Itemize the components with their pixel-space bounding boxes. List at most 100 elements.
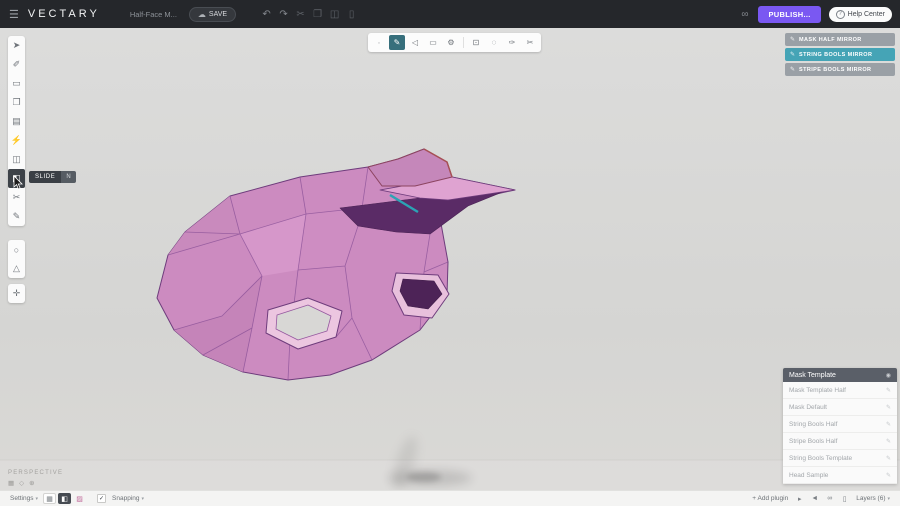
edit-tool-button[interactable]: ✎ bbox=[8, 207, 25, 226]
trash-icon[interactable]: ▯ bbox=[838, 493, 851, 504]
face-tool-button[interactable]: ◁ bbox=[407, 35, 423, 50]
mirror-tool-button[interactable]: ◫ bbox=[8, 150, 25, 169]
list-item-label: String Bools Template bbox=[789, 455, 852, 462]
viewport-canvas[interactable]: ➤ ✐ ▭ ❐ ▤ ⚡ ◫ ◧ ✂ ✎ ○ △ ✛ SLIDE N ∙ bbox=[0, 28, 900, 490]
stripe-bools-mirror-label: STRIPE BOOLS MIRROR bbox=[799, 67, 871, 73]
axis-icon[interactable]: ◇ bbox=[19, 479, 24, 487]
mask-3d-object[interactable] bbox=[157, 149, 515, 380]
pencil-icon[interactable]: ✎ bbox=[886, 421, 891, 428]
list-item-string-bools-template[interactable]: String Bools Template ✎ bbox=[783, 450, 897, 467]
hamburger-menu-icon[interactable]: ☰ bbox=[0, 8, 28, 21]
add-plugin-button[interactable]: + Add plugin bbox=[748, 495, 792, 502]
projection-hud: PERSPECTIVE ▦ ◇ ⊕ bbox=[8, 470, 63, 487]
list-item-label: Mask Template Half bbox=[789, 387, 846, 394]
app-logo: VECTARY bbox=[28, 8, 100, 20]
help-center-button[interactable]: ? Help Center bbox=[829, 7, 892, 22]
trash-icon[interactable]: ▯ bbox=[343, 9, 360, 20]
pencil-icon[interactable]: ✎ bbox=[886, 438, 891, 445]
material-view-button[interactable]: ▨ bbox=[73, 493, 86, 504]
lasso-select-button[interactable]: ◌ bbox=[486, 35, 502, 50]
sphere-tool-button[interactable]: ○ bbox=[8, 240, 25, 259]
mouse-cursor-icon bbox=[13, 176, 24, 190]
vertex-tool-button[interactable]: ∙ bbox=[371, 35, 387, 50]
pencil-icon[interactable]: ✎ bbox=[886, 404, 891, 411]
share-link-icon[interactable]: ∞ bbox=[741, 9, 748, 20]
save-label: SAVE bbox=[209, 11, 227, 18]
vectary-app: ☰ VECTARY Half-Face M... ☁ SAVE ↶ ↷ ✂ ❐ … bbox=[0, 0, 900, 506]
edge-tool-button[interactable]: ✎ bbox=[389, 35, 405, 50]
grid-icon[interactable]: ▦ bbox=[8, 479, 14, 487]
cone-tool-button[interactable]: △ bbox=[8, 259, 25, 278]
select-tool-button[interactable]: ➤ bbox=[8, 36, 25, 55]
list-item-stripe-bools-half[interactable]: Stripe Bools Half ✎ bbox=[783, 433, 897, 450]
detach-icon[interactable]: ∞ bbox=[823, 493, 836, 504]
top-bar: ☰ VECTARY Half-Face M... ☁ SAVE ↶ ↷ ✂ ❐ … bbox=[0, 0, 900, 28]
mask-half-mirror-button[interactable]: ✎ MASK HALF MIRROR bbox=[785, 33, 895, 46]
mirror-icon[interactable]: ◫ bbox=[326, 9, 343, 20]
layers-dropdown[interactable]: Layers (6) ▾ bbox=[852, 495, 894, 502]
object-list-panel: Mask Template ◉ Mask Template Half ✎ Mas… bbox=[783, 368, 897, 484]
chevron-down-icon: ▾ bbox=[142, 496, 145, 502]
knife-tool-button[interactable]: ✂ bbox=[8, 188, 25, 207]
stripe-bools-mirror-button[interactable]: ✎ STRIPE BOOLS MIRROR bbox=[785, 63, 895, 76]
snapping-checkbox[interactable]: ✓ bbox=[97, 494, 106, 503]
eye-icon[interactable]: ◉ bbox=[886, 372, 891, 379]
undo-icon[interactable]: ↶ bbox=[258, 9, 275, 20]
mode-toolbar: ∙ ✎ ◁ ▭ ⚙ ⊡ ◌ ✑ ✂ bbox=[368, 33, 541, 52]
pencil-icon[interactable]: ✎ bbox=[886, 387, 891, 394]
pencil-icon[interactable]: ✎ bbox=[886, 455, 891, 462]
snapping-label: Snapping bbox=[112, 495, 139, 502]
layers-count-label: Layers (6) bbox=[856, 495, 885, 502]
duplicate-tool-button[interactable]: ❐ bbox=[8, 93, 25, 112]
copy-icon[interactable]: ❐ bbox=[309, 9, 326, 20]
pencil-icon[interactable]: ✎ bbox=[886, 472, 891, 479]
settings-dropdown[interactable]: Settings ▾ bbox=[6, 495, 42, 502]
object-tool-button[interactable]: ▭ bbox=[425, 35, 441, 50]
marquee-select-button[interactable]: ⊡ bbox=[468, 35, 484, 50]
redo-icon[interactable]: ↷ bbox=[275, 9, 292, 20]
snapping-dropdown[interactable]: Snapping ▾ bbox=[108, 495, 148, 502]
tooltip-label: SLIDE bbox=[29, 171, 61, 183]
grid-toggle-button[interactable]: ▦ bbox=[43, 493, 56, 504]
move-tool-button[interactable]: ✐ bbox=[8, 55, 25, 74]
scissors-tool-button[interactable]: ✂ bbox=[522, 35, 538, 50]
chevron-down-icon: ▾ bbox=[887, 496, 890, 502]
pencil-icon: ✎ bbox=[790, 51, 795, 58]
left-toolbar-tertiary: ✛ bbox=[8, 284, 25, 303]
preview-icon[interactable]: ▸ bbox=[793, 493, 806, 504]
list-item-label: String Bools Half bbox=[789, 421, 837, 428]
list-item-mask-template-half[interactable]: Mask Template Half ✎ bbox=[783, 382, 897, 399]
projection-label[interactable]: PERSPECTIVE bbox=[8, 470, 63, 476]
publish-button[interactable]: PUBLISH... bbox=[758, 6, 820, 23]
help-center-label: Help Center bbox=[848, 11, 885, 18]
fit-view-tool-button[interactable]: ✛ bbox=[8, 284, 25, 303]
paint-select-button[interactable]: ✑ bbox=[504, 35, 520, 50]
check-icon: ✓ bbox=[99, 495, 104, 502]
pencil-icon: ✎ bbox=[790, 66, 795, 73]
list-item-head-sample[interactable]: Head Sample ✎ bbox=[783, 467, 897, 484]
list-item-mask-default[interactable]: Mask Default ✎ bbox=[783, 399, 897, 416]
gizmo-icon[interactable]: ⊕ bbox=[29, 479, 34, 487]
shape-tool-button[interactable]: ▭ bbox=[8, 74, 25, 93]
list-item-label: Head Sample bbox=[789, 472, 828, 479]
panel-title: Mask Template bbox=[789, 372, 836, 379]
string-bools-mirror-label: STRING BOOLS MIRROR bbox=[799, 52, 872, 58]
cloud-icon: ☁ bbox=[198, 10, 206, 19]
3d-scene[interactable] bbox=[0, 28, 900, 490]
project-name[interactable]: Half-Face M... bbox=[130, 10, 177, 19]
list-item-label: Mask Default bbox=[789, 404, 827, 411]
shaded-view-button[interactable]: ◧ bbox=[58, 493, 71, 504]
string-bools-mirror-button[interactable]: ✎ STRING BOOLS MIRROR bbox=[785, 48, 895, 61]
pencil-icon: ✎ bbox=[790, 36, 795, 43]
settings-tool-button[interactable]: ⚙ bbox=[443, 35, 459, 50]
layers-tool-button[interactable]: ▤ bbox=[8, 112, 25, 131]
cut-icon[interactable]: ✂ bbox=[292, 9, 309, 20]
list-item-string-bools-half[interactable]: String Bools Half ✎ bbox=[783, 416, 897, 433]
audio-icon[interactable]: ◄ bbox=[808, 493, 821, 504]
list-item-label: Stripe Bools Half bbox=[789, 438, 837, 445]
boolean-tool-button[interactable]: ⚡ bbox=[8, 131, 25, 150]
chevron-down-icon: ▾ bbox=[36, 496, 39, 502]
save-button[interactable]: ☁ SAVE bbox=[189, 7, 236, 22]
mirror-actions-stack: ✎ MASK HALF MIRROR ✎ STRING BOOLS MIRROR… bbox=[785, 33, 895, 76]
panel-header[interactable]: Mask Template ◉ bbox=[783, 368, 897, 382]
